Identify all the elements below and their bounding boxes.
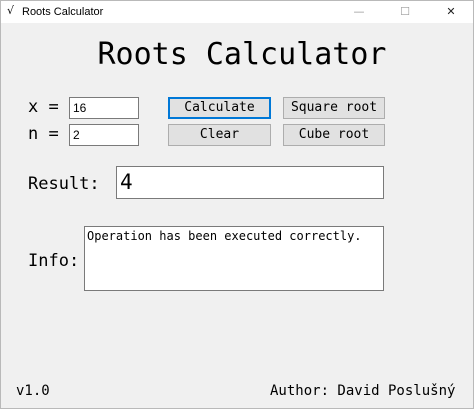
author-label: Author: David Poslušný [270, 383, 456, 399]
app-window: √ Roots Calculator — ☐ ✕ Roots Calculato… [0, 0, 474, 409]
maximize-icon[interactable]: ☐ [383, 1, 427, 23]
n-input[interactable] [69, 124, 139, 146]
x-label: x = [28, 97, 59, 117]
result-field: 4 [116, 166, 384, 199]
cube-root-button[interactable]: Cube root [283, 124, 385, 146]
clear-button[interactable]: Clear [168, 124, 271, 146]
x-input[interactable] [69, 97, 139, 119]
window-title: Roots Calculator [22, 6, 104, 18]
info-text-area[interactable]: Operation has been executed correctly. [84, 226, 384, 291]
page-title: Roots Calculator [97, 37, 387, 72]
square-root-icon: √ [7, 4, 15, 17]
version-label: v1.0 [16, 383, 50, 399]
calculate-button[interactable]: Calculate [168, 97, 271, 119]
minimize-icon[interactable]: — [337, 1, 381, 23]
title-bar[interactable]: √ Roots Calculator — ☐ ✕ [1, 1, 473, 23]
square-root-button[interactable]: Square root [283, 97, 385, 119]
close-icon[interactable]: ✕ [429, 1, 473, 23]
n-label: n = [28, 124, 59, 144]
info-label: Info: [28, 251, 80, 271]
result-label: Result: [28, 174, 100, 194]
